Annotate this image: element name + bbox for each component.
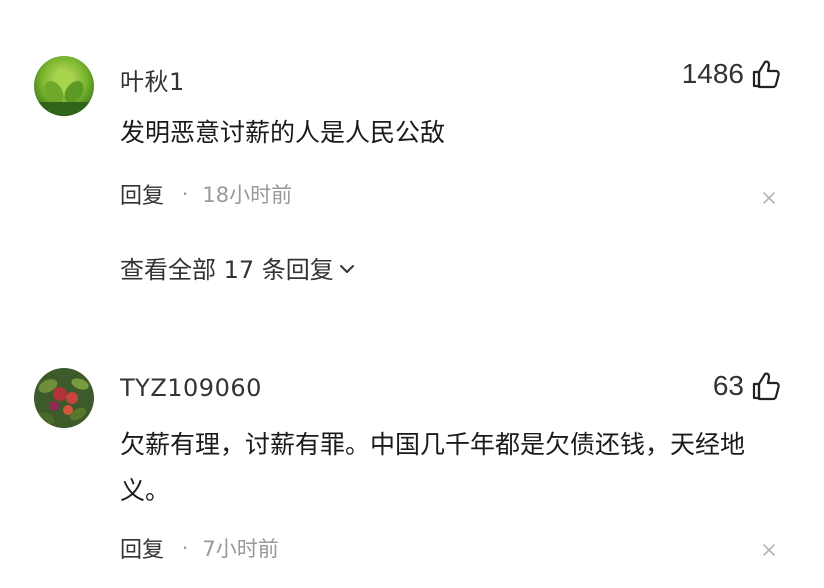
comment-item: 叶秋1 1486 发明恶意讨薪的人是人民公敌 回复 · 18小时前 查看全部 1… — [0, 0, 824, 330]
comment-text: 发明恶意讨薪的人是人民公敌 — [120, 118, 446, 147]
close-icon[interactable] — [760, 189, 778, 207]
comment-meta: 回复 · 18小时前 — [120, 178, 292, 210]
close-icon[interactable] — [760, 541, 778, 559]
thumbs-up-icon[interactable] — [750, 370, 782, 402]
comment-list: 叶秋1 1486 发明恶意讨薪的人是人民公敌 回复 · 18小时前 查看全部 1… — [0, 0, 824, 588]
flower-avatar-icon — [34, 368, 94, 428]
username[interactable]: TYZ109060 — [120, 374, 262, 402]
like-count: 63 — [712, 370, 744, 401]
timestamp: 7小时前 — [202, 537, 279, 561]
tea-leaf-avatar-icon — [34, 56, 94, 116]
thumbs-up-icon[interactable] — [750, 58, 782, 90]
comment-text: 欠薪有理，讨薪有罪。中国几千年都是欠债还钱，天经地义。 — [120, 430, 746, 505]
reply-button[interactable]: 回复 — [120, 532, 164, 564]
timestamp: 18小时前 — [202, 183, 293, 207]
avatar[interactable] — [34, 368, 94, 428]
view-all-replies-link[interactable]: 查看全部 17 条回复 — [120, 250, 356, 285]
separator: · — [182, 182, 189, 206]
like-count: 1486 — [681, 58, 744, 89]
like-area: 63 — [713, 370, 782, 402]
avatar[interactable] — [34, 56, 94, 116]
separator: · — [182, 536, 189, 560]
view-all-replies-label: 查看全部 17 条回复 — [120, 256, 334, 284]
like-area: 1486 — [682, 58, 782, 90]
comment-item: TYZ109060 63 欠薪有理，讨薪有罪。中国几千年都是欠债还钱，天经地义。… — [0, 330, 824, 588]
chevron-down-icon — [338, 260, 356, 278]
reply-button[interactable]: 回复 — [120, 178, 164, 210]
comment-meta: 回复 · 7小时前 — [120, 532, 279, 564]
username[interactable]: 叶秋1 — [120, 62, 185, 97]
